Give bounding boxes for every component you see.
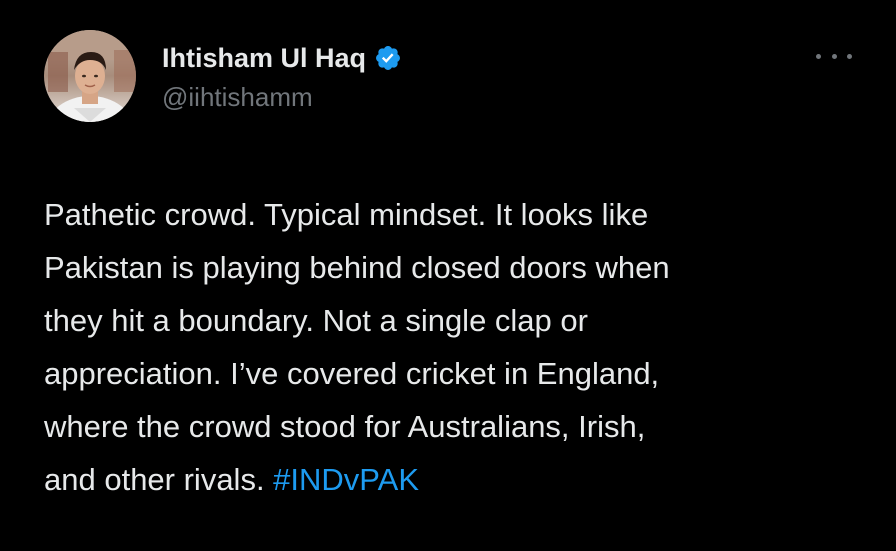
author-handle[interactable]: @iihtishamm xyxy=(162,82,313,113)
display-name[interactable]: Ihtisham Ul Haq xyxy=(162,43,366,74)
more-horizontal-icon-dot xyxy=(816,53,821,59)
hashtag-link[interactable]: #INDvPAK xyxy=(273,462,419,497)
more-horizontal-icon-dot xyxy=(847,53,852,59)
tweet-text-line: where the crowd stood for Australians, I… xyxy=(44,409,646,444)
tweet-text-line: Pakistan is playing behind closed doors … xyxy=(44,250,670,285)
tweet-text-line: they hit a boundary. Not a single clap o… xyxy=(44,303,588,338)
tweet-card[interactable]: Ihtisham Ul Haq @iihtishamm Pathetic cro… xyxy=(0,0,896,551)
more-options-button[interactable] xyxy=(816,44,852,68)
tweet-text: Pathetic crowd. Typical mindset. It look… xyxy=(44,188,874,506)
more-horizontal-icon-dot xyxy=(831,53,837,59)
profile-photo-icon xyxy=(44,30,136,122)
tweet-text-line: appreciation. I’ve covered cricket in En… xyxy=(44,356,660,391)
tweet-text-line-last: and other rivals. #INDvPAK xyxy=(44,453,874,506)
verified-badge-icon xyxy=(374,44,402,72)
author-name-row: Ihtisham Ul Haq xyxy=(162,38,402,78)
tweet-text-line: Pathetic crowd. Typical mindset. It look… xyxy=(44,197,649,232)
avatar[interactable] xyxy=(44,30,136,122)
tweet-text-fragment: and other rivals. xyxy=(44,462,274,497)
